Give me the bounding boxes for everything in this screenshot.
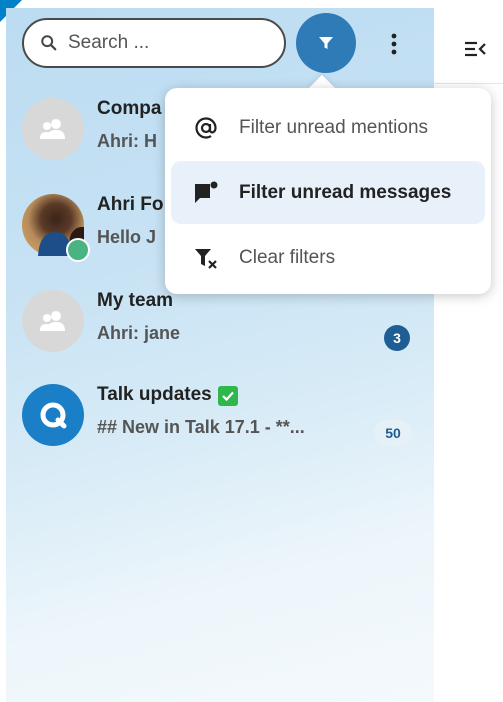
at-icon xyxy=(193,115,219,141)
group-icon xyxy=(40,311,65,331)
conversation-item[interactable]: My team Ahri: jane 3 xyxy=(22,290,422,362)
search-icon xyxy=(41,35,57,51)
filter-button[interactable] xyxy=(296,13,356,73)
conversation-name: Compa xyxy=(97,98,162,119)
conversation-preview: Hello J xyxy=(97,227,157,247)
filter-menu: Filter unread mentions Filter unread mes… xyxy=(165,88,491,294)
avatar xyxy=(22,98,84,160)
search-field[interactable] xyxy=(22,18,286,68)
online-status-icon xyxy=(66,238,90,262)
search-input[interactable] xyxy=(66,31,270,55)
filter-icon xyxy=(319,37,333,49)
menu-item-label: Filter unread mentions xyxy=(239,116,429,138)
message-flag-icon xyxy=(193,180,219,206)
filter-unread-messages-option[interactable]: Filter unread messages xyxy=(171,161,485,224)
menu-item-label: Clear filters xyxy=(239,246,336,268)
more-options-button[interactable] xyxy=(376,26,412,62)
conversation-name-text: Talk updates xyxy=(97,384,212,405)
clear-filters-option[interactable]: Clear filters xyxy=(171,226,485,289)
menu-collapse-icon[interactable] xyxy=(462,36,488,62)
conversation-preview: Ahri: H xyxy=(97,131,157,151)
unread-count-badge: 50 xyxy=(374,420,412,446)
filter-unread-mentions-option[interactable]: Filter unread mentions xyxy=(171,96,485,159)
header-divider xyxy=(434,83,503,84)
avatar xyxy=(22,290,84,352)
conversation-name: Talk updates xyxy=(97,384,238,406)
unread-count-badge: 3 xyxy=(384,325,410,351)
check-icon xyxy=(217,386,238,406)
menu-item-label: Filter unread messages xyxy=(239,181,452,203)
avatar xyxy=(22,384,84,446)
talk-logo xyxy=(40,402,67,429)
group-icon xyxy=(40,119,65,139)
conversation-name: My team xyxy=(97,290,174,311)
filter-remove-icon xyxy=(193,245,219,271)
conversation-preview: Ahri: jane xyxy=(97,323,181,343)
conversation-item[interactable]: Talk updates ## New in Talk 17.1 - **...… xyxy=(22,384,422,456)
kebab-icon xyxy=(391,33,397,55)
conversation-name: Ahri Fo xyxy=(97,194,164,215)
conversation-preview: ## New in Talk 17.1 - **... xyxy=(97,417,305,437)
